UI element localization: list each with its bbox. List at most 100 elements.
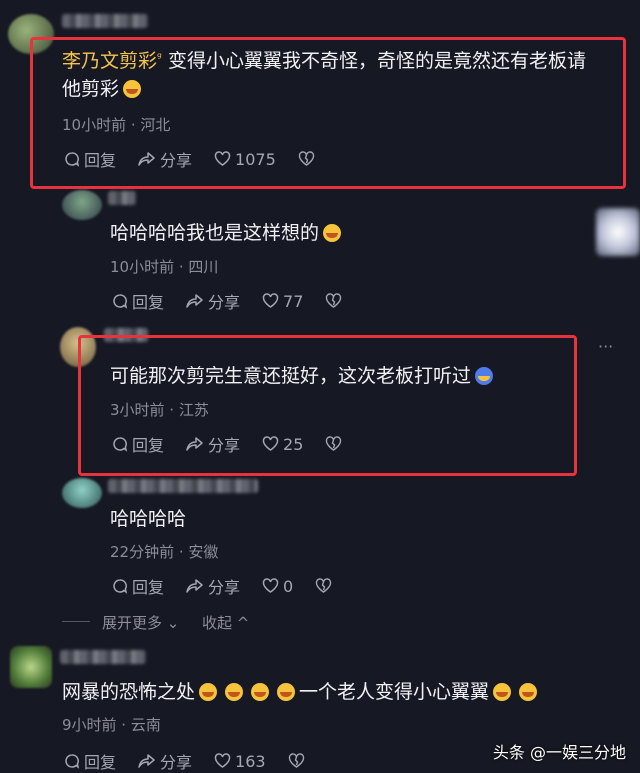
share-button[interactable]: 分享	[138, 749, 192, 773]
reply-icon	[65, 754, 80, 769]
comment-body-line2: 他剪彩	[62, 78, 120, 100]
like-count: 0	[283, 576, 294, 596]
reply-button[interactable]: 回复	[112, 574, 164, 598]
more-options-button[interactable]: ···	[598, 337, 613, 356]
reply-button[interactable]: 回复	[112, 432, 164, 456]
laughing-emoji-icon	[277, 683, 296, 701]
avatar[interactable]	[62, 478, 102, 508]
reply-icon	[113, 437, 128, 452]
like-button[interactable]: 77	[262, 292, 303, 311]
reply-label: 回复	[132, 293, 165, 312]
search-icon: ᵍ	[157, 50, 162, 64]
like-button[interactable]: 0	[262, 577, 293, 596]
share-icon	[138, 754, 155, 768]
reply-icon	[113, 294, 128, 309]
dislike-button[interactable]	[315, 578, 336, 594]
avatar[interactable]	[62, 190, 102, 220]
expand-more-button[interactable]: 展开更多 ⌄	[102, 612, 179, 633]
share-icon	[186, 437, 203, 451]
share-button[interactable]: 分享	[186, 289, 240, 313]
reply-body: 可能那次剪完生意还挺好，这次老板打听过	[110, 365, 472, 387]
share-label: 分享	[208, 436, 241, 455]
laughing-emoji-icon	[225, 683, 244, 701]
reply-actions: 回复 分享 25	[112, 432, 368, 456]
comment-actions: 回复 分享 163	[64, 749, 331, 773]
username-blurred	[108, 479, 258, 493]
laughing-emoji-icon	[251, 683, 270, 701]
comment-meta: 10小时前 · 河北	[62, 116, 171, 134]
reply-button[interactable]: 回复	[64, 749, 116, 773]
reply-label: 回复	[84, 151, 117, 170]
reply-text: 哈哈哈哈我也是这样想的	[110, 218, 345, 248]
laughing-emoji-icon	[199, 683, 218, 701]
reply-label: 回复	[84, 753, 117, 772]
reply-text: 可能那次剪完生意还挺好，这次老板打听过	[110, 361, 497, 391]
reply-meta: 22分钟前 · 安徽	[110, 543, 219, 561]
dislike-button[interactable]	[298, 151, 319, 167]
author-name[interactable]: 李乃文剪彩	[62, 50, 157, 72]
avatar[interactable]	[10, 646, 52, 688]
share-button[interactable]: 分享	[138, 147, 192, 171]
avatar-side	[596, 208, 640, 256]
dislike-button[interactable]	[325, 436, 346, 452]
share-icon	[138, 152, 155, 166]
heart-icon	[214, 753, 231, 768]
reply-icon	[65, 152, 80, 167]
share-label: 分享	[160, 151, 193, 170]
like-button[interactable]: 1075	[214, 150, 276, 169]
expand-more-label: 展开更多	[102, 614, 163, 632]
like-count: 163	[235, 751, 266, 771]
like-button[interactable]: 163	[214, 752, 266, 771]
thread-divider	[62, 621, 90, 622]
share-label: 分享	[208, 293, 241, 312]
like-count: 77	[283, 291, 304, 311]
comment-body-part2: 一个老人变得小心翼翼	[299, 681, 490, 703]
broken-heart-icon	[298, 151, 314, 166]
dislike-button[interactable]	[325, 293, 346, 309]
heart-icon	[262, 293, 279, 308]
reply-text: 哈哈哈哈	[110, 508, 187, 530]
username-blurred	[60, 650, 146, 664]
reply-actions: 回复 分享 77	[112, 289, 368, 313]
like-count: 1075	[235, 149, 276, 169]
share-icon	[186, 294, 203, 308]
laughing-emoji-icon	[493, 683, 512, 701]
reply-body: 哈哈哈哈我也是这样想的	[110, 222, 320, 244]
broken-heart-icon	[326, 436, 342, 451]
reply-label: 回复	[132, 578, 165, 597]
share-icon	[186, 579, 203, 593]
username-blurred	[62, 14, 148, 28]
comment-body-part1: 网暴的恐怖之处	[62, 681, 196, 703]
broken-heart-icon	[288, 753, 304, 768]
laughing-emoji-icon	[123, 80, 142, 98]
share-button[interactable]: 分享	[186, 574, 240, 598]
comment-text: 李乃文剪彩ᵍ 变得小心翼翼我不奇怪，奇怪的是竟然还有老板请	[62, 42, 586, 76]
comment-meta: 9小时前 · 云南	[62, 716, 161, 734]
heart-icon	[262, 436, 279, 451]
laughing-emoji-icon	[323, 224, 342, 242]
reply-meta: 3小时前 · 江苏	[110, 401, 209, 419]
like-button[interactable]: 25	[262, 435, 303, 454]
laughing-emoji-icon	[519, 683, 538, 701]
reply-label: 回复	[132, 436, 165, 455]
share-label: 分享	[160, 753, 193, 772]
chevron-down-icon: ⌄	[162, 614, 180, 632]
reply-actions: 回复 分享 0	[112, 574, 358, 598]
chevron-up-icon: ^	[232, 614, 250, 632]
dislike-button[interactable]	[288, 753, 309, 769]
share-button[interactable]: 分享	[186, 432, 240, 456]
reply-button[interactable]: 回复	[112, 289, 164, 313]
heart-icon	[214, 151, 231, 166]
source-watermark: 头条 @一娱三分地	[492, 743, 626, 762]
comment-body: 变得小心翼翼我不奇怪，奇怪的是竟然还有老板请	[167, 50, 586, 72]
reply-button[interactable]: 回复	[64, 147, 116, 171]
comment-text-line2: 他剪彩	[62, 74, 145, 104]
broken-heart-icon	[316, 578, 332, 593]
collapse-button[interactable]: 收起 ^	[202, 612, 249, 633]
reply-meta: 10小时前 · 四川	[110, 258, 219, 276]
comment-actions: 回复 分享 1075	[64, 147, 341, 171]
comment-text: 网暴的恐怖之处 一个老人变得小心翼翼	[62, 677, 541, 707]
tired-emoji-icon	[475, 367, 494, 385]
reply-icon	[113, 579, 128, 594]
share-label: 分享	[208, 578, 241, 597]
